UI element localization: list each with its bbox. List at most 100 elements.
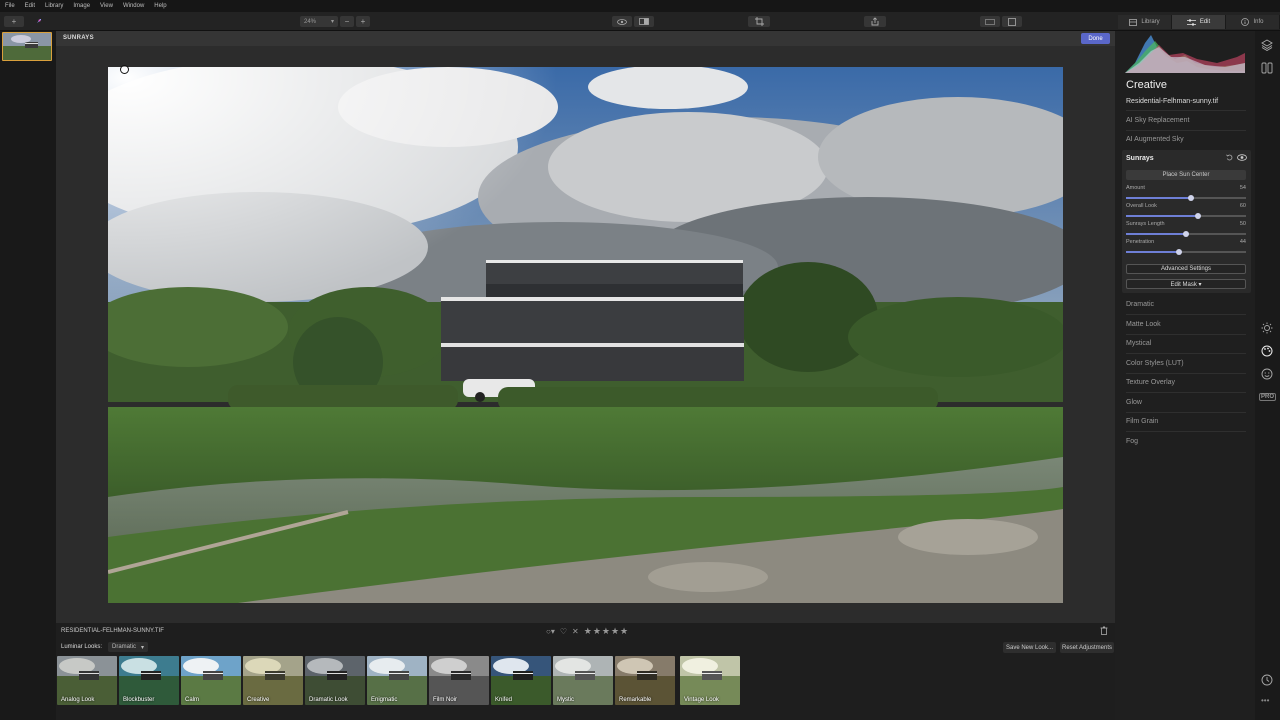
save-new-look-button[interactable]: Save New Look... bbox=[1003, 642, 1056, 653]
slider-track[interactable] bbox=[1126, 231, 1246, 237]
look-thumbnail[interactable]: Remarkable bbox=[615, 656, 675, 705]
chevron-down-icon: ▾ bbox=[140, 644, 144, 651]
photo-canvas[interactable] bbox=[108, 67, 1063, 603]
filter-film-grain[interactable]: Film Grain bbox=[1126, 418, 1158, 425]
toolbar: + 24% ▾ − + bbox=[0, 12, 1280, 31]
tab-library[interactable]: Library bbox=[1118, 15, 1172, 29]
filter-texture-overlay[interactable]: Texture Overlay bbox=[1126, 379, 1175, 386]
slider-handle[interactable] bbox=[1195, 213, 1201, 219]
compare-button[interactable] bbox=[634, 16, 654, 27]
star-rating[interactable]: ★★★★★ bbox=[584, 626, 629, 637]
menu-file[interactable]: File bbox=[5, 3, 15, 9]
divider bbox=[1126, 373, 1246, 374]
panel-file-name: Residential-Felhman-sunny.tif bbox=[1126, 98, 1219, 105]
more-icon[interactable]: ••• bbox=[1261, 696, 1269, 705]
look-label: Enigmatic bbox=[371, 697, 398, 703]
star-icon[interactable]: ★ bbox=[620, 626, 629, 636]
tab-edit[interactable]: Edit bbox=[1172, 15, 1226, 29]
filter-ai-sky-replacement[interactable]: AI Sky Replacement bbox=[1126, 117, 1189, 124]
slider-track[interactable] bbox=[1126, 249, 1246, 255]
look-thumbnail[interactable]: Knifed bbox=[491, 656, 551, 705]
panel-title: Creative bbox=[1126, 79, 1167, 91]
filter-color-styles[interactable]: Color Styles (LUT) bbox=[1126, 360, 1184, 367]
history-clock-icon[interactable] bbox=[1261, 674, 1273, 686]
zoom-select[interactable]: 24% ▾ bbox=[300, 16, 338, 27]
tab-info[interactable]: Info bbox=[1226, 15, 1280, 29]
slider-overall-look[interactable]: Overall Look 60 bbox=[1126, 203, 1246, 221]
canvas-icon[interactable] bbox=[1261, 62, 1273, 74]
look-thumbnail[interactable]: Vintage Look bbox=[680, 656, 740, 705]
look-thumbnail[interactable]: Mystic bbox=[553, 656, 613, 705]
filter-fog[interactable]: Fog bbox=[1126, 438, 1138, 445]
looks-category-select[interactable]: Dramatic ▾ bbox=[108, 642, 148, 652]
rating-controls: ○▾ ♡ ✕ ★★★★★ bbox=[546, 626, 629, 637]
done-button[interactable]: Done bbox=[1081, 33, 1110, 44]
delete-button[interactable] bbox=[1100, 626, 1108, 637]
filmstrip-thumbnail-selected[interactable] bbox=[2, 32, 52, 61]
look-thumbnail[interactable]: Analog Look bbox=[57, 656, 117, 705]
color-label-icon[interactable]: ○▾ bbox=[546, 627, 555, 636]
look-thumbnail[interactable]: Film Noir bbox=[429, 656, 489, 705]
single-view-button[interactable] bbox=[980, 16, 1000, 27]
filter-glow[interactable]: Glow bbox=[1126, 399, 1142, 406]
tab-edit-label: Edit bbox=[1199, 19, 1211, 25]
look-thumbnail[interactable]: Calm bbox=[181, 656, 241, 705]
visibility-eye-icon[interactable] bbox=[1237, 154, 1247, 161]
slider-handle[interactable] bbox=[1187, 195, 1194, 201]
filter-mystical[interactable]: Mystical bbox=[1126, 340, 1151, 347]
look-label: Calm bbox=[185, 697, 200, 703]
creative-palette-icon[interactable] bbox=[1261, 345, 1273, 357]
crop-button[interactable] bbox=[748, 16, 770, 27]
reset-adjustments-button[interactable]: Reset Adjustments bbox=[1060, 642, 1114, 653]
sun-center-handle[interactable] bbox=[120, 65, 129, 74]
add-image-button[interactable]: + bbox=[4, 16, 24, 27]
split-view-icon bbox=[639, 18, 649, 25]
menu-view[interactable]: View bbox=[100, 3, 113, 9]
place-sun-center-button[interactable]: Place Sun Center bbox=[1126, 170, 1246, 180]
sunrays-filter-panel: Sunrays Place Sun Center Amount 54 Overa… bbox=[1122, 150, 1251, 293]
menu-edit[interactable]: Edit bbox=[25, 3, 35, 9]
menu-window[interactable]: Window bbox=[123, 3, 144, 9]
filter-ai-augmented-sky[interactable]: AI Augmented Sky bbox=[1126, 136, 1184, 143]
slider-handle[interactable] bbox=[1183, 231, 1189, 237]
share-button[interactable] bbox=[864, 16, 886, 27]
filter-dramatic[interactable]: Dramatic bbox=[1126, 301, 1154, 308]
slider-handle[interactable] bbox=[1175, 249, 1182, 255]
slider-track[interactable] bbox=[1126, 213, 1246, 219]
zoom-out-button[interactable]: − bbox=[340, 16, 354, 27]
menu-bar: File Edit Library Image View Window Help bbox=[0, 0, 1280, 12]
looks-label: Luminar Looks: bbox=[61, 644, 103, 650]
slider-amount[interactable]: Amount 54 bbox=[1126, 185, 1246, 203]
reject-x-icon[interactable]: ✕ bbox=[572, 627, 579, 636]
look-thumbnail[interactable]: Enigmatic bbox=[367, 656, 427, 705]
slider-sunrays-length[interactable]: Sunrays Length 50 bbox=[1126, 221, 1246, 239]
reset-filter-icon[interactable] bbox=[1226, 154, 1233, 161]
edit-mask-button[interactable]: Edit Mask ▾ bbox=[1126, 279, 1246, 289]
portrait-face-icon[interactable] bbox=[1261, 368, 1273, 380]
star-icon[interactable]: ★ bbox=[593, 626, 602, 636]
filter-controls bbox=[1226, 154, 1247, 161]
slider-penetration[interactable]: Penetration 44 bbox=[1126, 239, 1246, 257]
fullscreen-button[interactable] bbox=[1002, 16, 1022, 27]
menu-library[interactable]: Library bbox=[45, 3, 63, 9]
menu-help[interactable]: Help bbox=[154, 3, 166, 9]
look-thumbnail[interactable]: Dramatic Look bbox=[305, 656, 365, 705]
essentials-sun-icon[interactable] bbox=[1261, 322, 1273, 334]
star-icon[interactable]: ★ bbox=[602, 626, 611, 636]
advanced-settings-button[interactable]: Advanced Settings bbox=[1126, 264, 1246, 274]
preview-button[interactable] bbox=[612, 16, 632, 27]
star-icon[interactable]: ★ bbox=[584, 626, 593, 636]
pro-badge[interactable]: PRO bbox=[1259, 393, 1277, 401]
look-label: Dramatic Look bbox=[309, 697, 348, 703]
menu-image[interactable]: Image bbox=[73, 3, 90, 9]
filter-matte-look[interactable]: Matte Look bbox=[1126, 321, 1161, 328]
slider-track[interactable] bbox=[1126, 195, 1246, 201]
layers-icon[interactable] bbox=[1261, 39, 1273, 51]
look-label: Film Noir bbox=[433, 697, 457, 703]
look-thumbnail[interactable]: Blockbuster bbox=[119, 656, 179, 705]
quick-edit-button[interactable] bbox=[30, 16, 46, 27]
favorite-heart-icon[interactable]: ♡ bbox=[560, 627, 567, 636]
zoom-in-button[interactable]: + bbox=[356, 16, 370, 27]
look-thumbnail[interactable]: Creative bbox=[243, 656, 303, 705]
star-icon[interactable]: ★ bbox=[611, 626, 620, 636]
